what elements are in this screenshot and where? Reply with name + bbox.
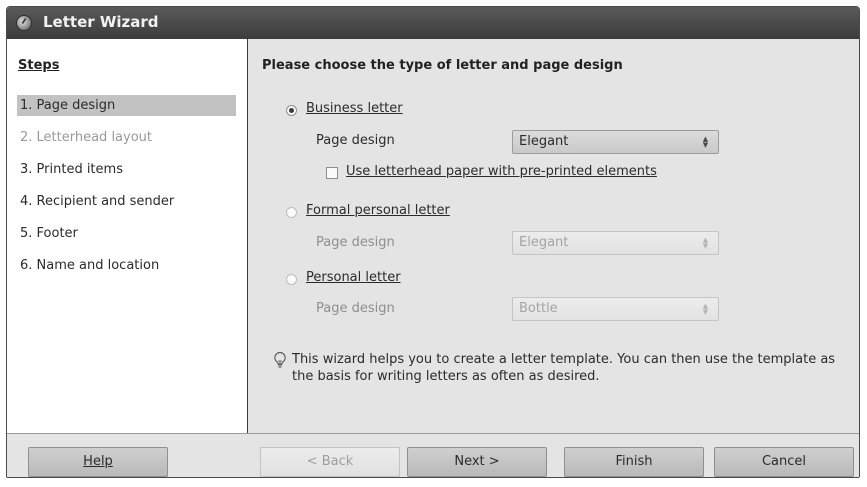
- help-button[interactable]: Help: [28, 447, 168, 477]
- spin-arrows-icon: ▲ ▼: [702, 236, 709, 250]
- letterhead-checkbox-label[interactable]: Use letterhead paper with pre-printed el…: [346, 164, 657, 179]
- personal-letter-label[interactable]: Personal letter: [306, 270, 401, 285]
- page-heading: Please choose the type of letter and pag…: [262, 58, 623, 73]
- business-page-design-select[interactable]: Elegant ▲ ▼: [512, 130, 719, 154]
- next-button[interactable]: Next >: [407, 447, 547, 477]
- personal-letter-radio[interactable]: [286, 274, 297, 285]
- formal-personal-letter-label[interactable]: Formal personal letter: [306, 203, 450, 218]
- back-button: < Back: [260, 447, 400, 477]
- cancel-button-label: Cancel: [761, 454, 807, 469]
- step-footer[interactable]: 5. Footer: [17, 223, 236, 244]
- app-icon: [16, 15, 32, 31]
- spin-arrows-icon: ▲ ▼: [702, 135, 709, 149]
- letter-wizard-window: Letter Wizard Steps 1. Page design 2. Le…: [6, 6, 860, 478]
- personal-page-design-value: Bottle: [519, 301, 558, 316]
- formal-personal-letter-radio[interactable]: [286, 207, 297, 218]
- next-button-label: Next >: [454, 454, 500, 469]
- wizard-hint-text: This wizard helps you to create a letter…: [292, 352, 836, 384]
- step-page-design[interactable]: 1. Page design: [17, 95, 236, 116]
- button-bar: Help < Back Next > Finish Cancel: [7, 434, 859, 477]
- steps-panel: Steps 1. Page design 2. Letterhead layou…: [7, 39, 248, 433]
- step-letterhead-layout: 2. Letterhead layout: [20, 130, 153, 145]
- personal-page-design-label: Page design: [316, 301, 395, 316]
- finish-button-label: Finish: [615, 454, 653, 469]
- business-page-design-label: Page design: [316, 133, 395, 148]
- steps-title: Steps: [18, 58, 60, 73]
- step-name-and-location[interactable]: 6. Name and location: [17, 255, 236, 276]
- step-printed-items[interactable]: 3. Printed items: [17, 159, 236, 180]
- business-letter-radio[interactable]: [286, 105, 297, 116]
- formal-page-design-value: Elegant: [519, 235, 569, 250]
- letterhead-checkbox[interactable]: [326, 167, 338, 179]
- help-button-label: Help: [83, 454, 113, 469]
- spin-arrows-icon: ▲ ▼: [702, 302, 709, 316]
- business-letter-label[interactable]: Business letter: [306, 101, 403, 116]
- finish-button[interactable]: Finish: [564, 447, 704, 477]
- main-panel: Please choose the type of letter and pag…: [248, 39, 859, 433]
- formal-page-design-label: Page design: [316, 235, 395, 250]
- personal-page-design-select: Bottle ▲ ▼: [512, 297, 719, 321]
- window-title: Letter Wizard: [43, 13, 159, 31]
- wizard-content: Steps 1. Page design 2. Letterhead layou…: [7, 39, 859, 434]
- business-page-design-value: Elegant: [519, 134, 569, 149]
- back-button-label: < Back: [306, 454, 354, 469]
- formal-page-design-select: Elegant ▲ ▼: [512, 231, 719, 255]
- cancel-button[interactable]: Cancel: [714, 447, 854, 477]
- title-bar[interactable]: Letter Wizard: [7, 7, 859, 40]
- step-recipient-and-sender[interactable]: 4. Recipient and sender: [17, 191, 236, 212]
- lightbulb-icon: [274, 351, 286, 368]
